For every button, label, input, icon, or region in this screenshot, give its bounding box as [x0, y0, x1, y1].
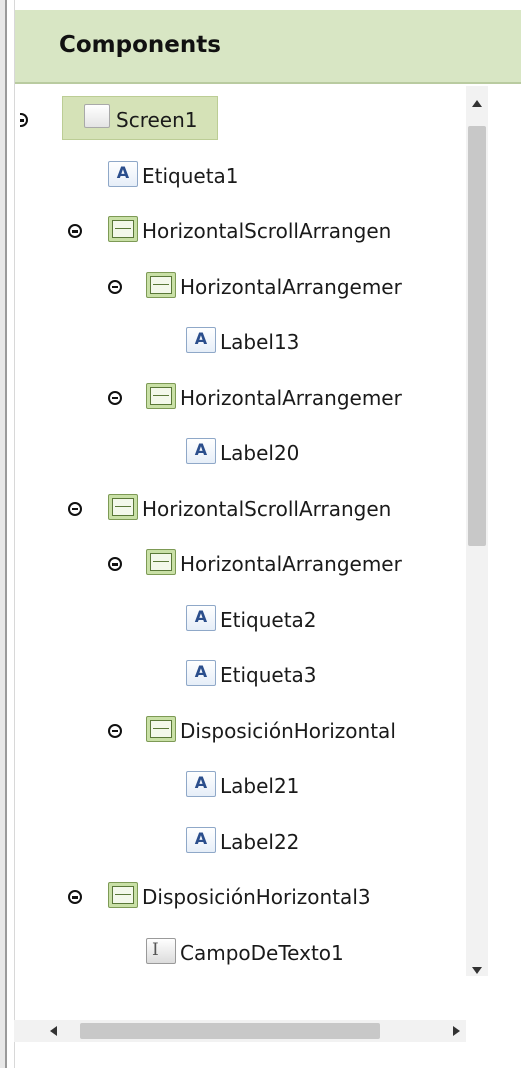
arrangement-icon [108, 216, 138, 242]
collapse-toggle-icon[interactable] [20, 113, 28, 127]
label-icon: A [108, 160, 138, 187]
tree-node-label: Label13 [220, 330, 300, 354]
tree-node[interactable]: A Label21 [0, 766, 480, 814]
label-icon: A [186, 771, 216, 797]
tree-node[interactable]: HorizontalScrollArrangen [0, 489, 480, 537]
tree-node-label: HorizontalArrangemer [180, 274, 402, 299]
tree-node-label: Etiqueta1 [142, 163, 239, 188]
collapse-toggle-icon[interactable] [108, 723, 122, 738]
tree-node[interactable]: A Etiqueta3 [0, 655, 480, 703]
tree-node-label: HorizontalScrollArrangen [142, 219, 392, 243]
tree-node[interactable]: DisposiciónHorizontal3 [0, 877, 480, 925]
tree-node-label: Label21 [220, 774, 300, 798]
tree-node-label: Label22 [220, 829, 300, 854]
label-icon: A [186, 660, 216, 686]
collapse-toggle-icon[interactable] [108, 279, 122, 294]
component-tree: Screen1 A Etiqueta1 HorizontalScrollArrange… [0, 86, 480, 976]
vertical-scroll-thumb[interactable] [468, 126, 486, 546]
tree-node[interactable]: HorizontalArrangemer [0, 544, 480, 592]
tree-node[interactable]: HorizontalArrangemer [0, 378, 480, 426]
tree-node-label: Label20 [220, 441, 300, 465]
arrangement-icon [146, 549, 176, 575]
collapse-toggle-icon[interactable] [108, 557, 122, 571]
label-icon: A [186, 826, 216, 853]
tree-node[interactable]: HorizontalArrangemer [0, 267, 480, 315]
label-icon: A [186, 438, 216, 464]
tree-node-label: HorizontalArrangemer [180, 552, 402, 576]
scroll-left-arrow-icon[interactable] [50, 1026, 57, 1036]
tree-node[interactable]: A Etiqueta1 [0, 156, 480, 204]
collapse-toggle-icon[interactable] [68, 890, 82, 904]
arrangement-icon [146, 382, 176, 409]
tree-node-label: DisposiciónHorizontal3 [142, 885, 371, 909]
scroll-up-arrow-icon[interactable] [472, 100, 482, 107]
tree-node[interactable]: HorizontalScrollArrangen [0, 211, 480, 259]
tree-node-label: Etiqueta2 [220, 607, 317, 632]
screen-icon [84, 104, 110, 128]
tree-node-label: HorizontalScrollArrangen [142, 496, 392, 521]
collapse-toggle-icon[interactable] [68, 501, 82, 516]
arrangement-icon [108, 493, 138, 520]
tree-node[interactable]: Screen1 [0, 96, 480, 148]
tree-node[interactable]: A Etiqueta2 [0, 600, 480, 648]
tree-node-label: Screen1 [116, 108, 198, 132]
tree-node[interactable]: I CampoDeTexto1 [0, 933, 480, 977]
components-header: Components [15, 10, 521, 84]
tree-node[interactable]: DisposiciónHorizontal [0, 711, 480, 759]
vertical-scrollbar[interactable] [466, 86, 488, 976]
label-icon: A [186, 604, 216, 631]
tree-node[interactable]: A Label20 [0, 433, 480, 481]
tree-node-label: Etiqueta3 [220, 663, 317, 687]
arrangement-icon [108, 882, 138, 908]
arrangement-icon [146, 271, 176, 298]
scroll-down-arrow-icon[interactable] [472, 967, 482, 974]
arrangement-icon [146, 715, 176, 742]
tree-node[interactable]: A Label22 [0, 822, 480, 870]
components-title: Components [59, 32, 221, 58]
collapse-toggle-icon[interactable] [108, 390, 122, 405]
horizontal-scrollbar[interactable] [14, 1020, 466, 1042]
horizontal-scroll-thumb[interactable] [80, 1023, 380, 1039]
tree-node-label: DisposiciónHorizontal [180, 718, 396, 743]
tree-node-label: CampoDeTexto1 [180, 940, 344, 965]
textbox-icon: I [146, 937, 176, 964]
label-icon: A [186, 327, 216, 353]
tree-node-label: HorizontalArrangemer [180, 385, 402, 410]
tree-node[interactable]: A Label13 [0, 322, 480, 370]
scroll-right-arrow-icon[interactable] [453, 1026, 460, 1036]
collapse-toggle-icon[interactable] [68, 224, 82, 238]
